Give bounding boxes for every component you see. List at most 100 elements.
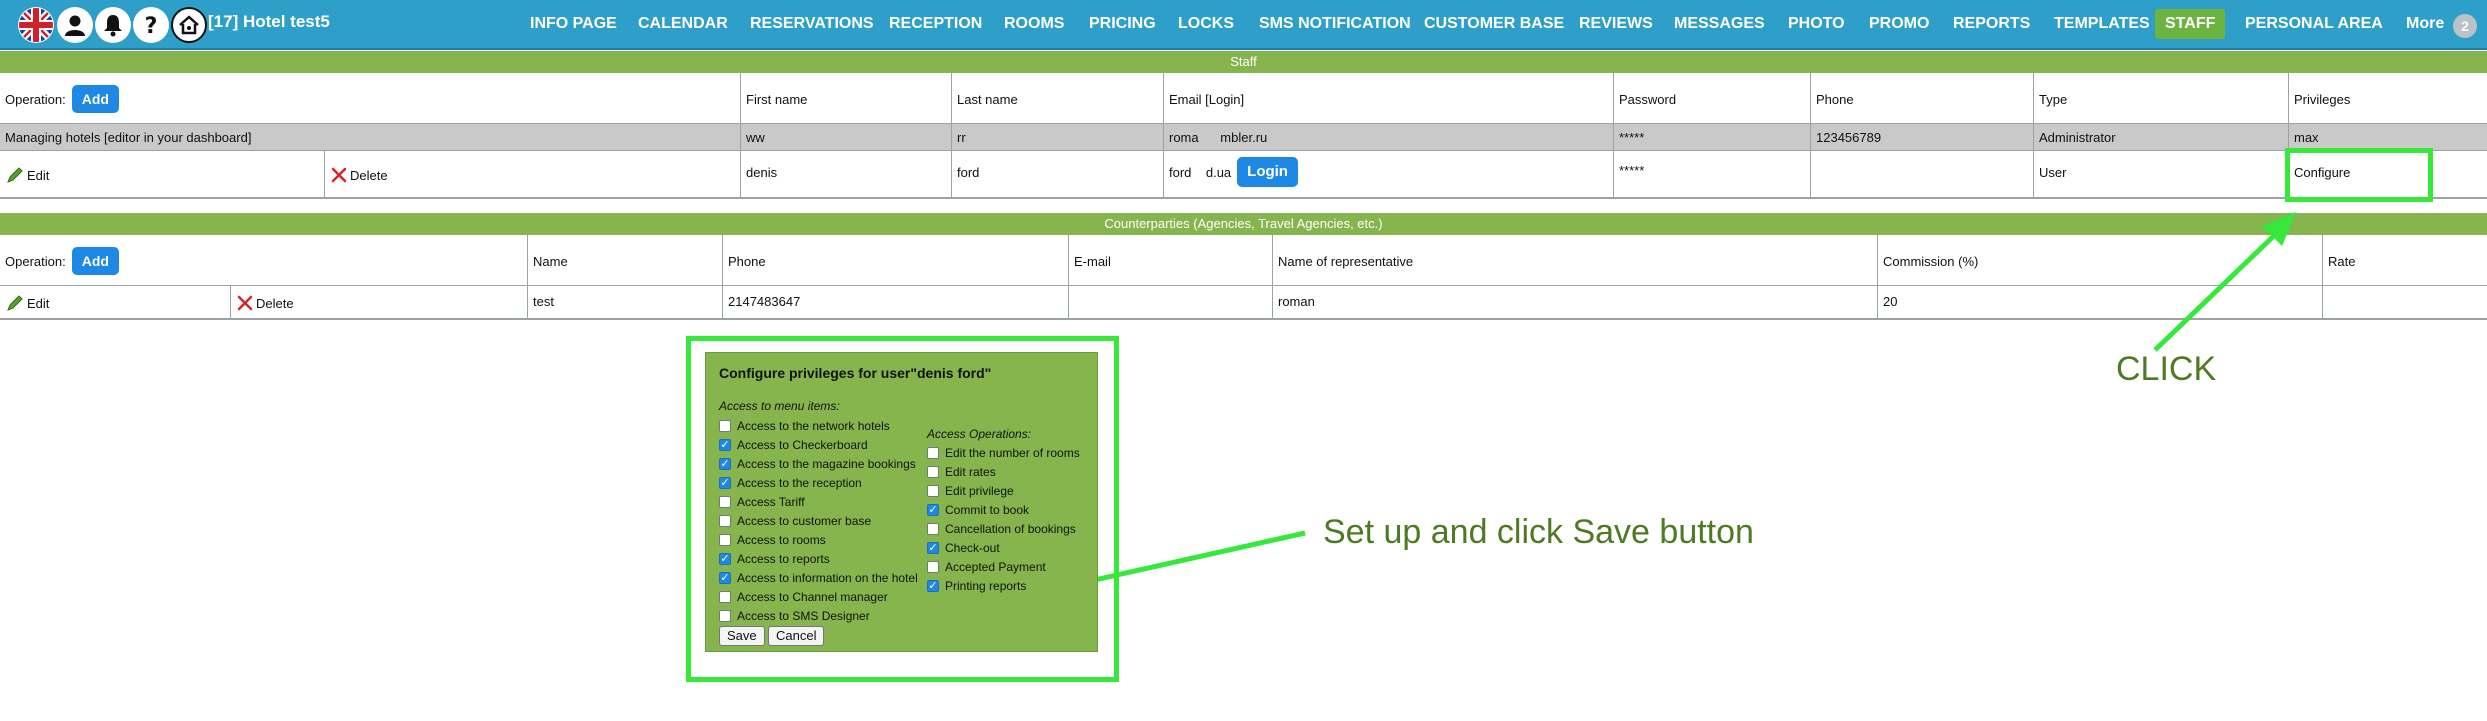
cp-commission: 20 [1883, 293, 1898, 309]
nav-reservations[interactable]: RESERVATIONS [740, 9, 884, 39]
managing-last-name: rr [957, 129, 966, 145]
operation-checkbox-label: Commit to book [945, 503, 1030, 517]
managing-password: ***** [1619, 129, 1645, 145]
svg-text:?: ? [145, 14, 158, 38]
menu-item-checkbox-row[interactable]: ✓ Access to the reception [719, 475, 862, 491]
nav-customer-base[interactable]: CUSTOMER BASE [1414, 9, 1574, 39]
cp-email [1069, 287, 1272, 315]
menu-item-checkbox-label: Access to reports [737, 552, 830, 566]
notification-badge[interactable]: 2 [2453, 14, 2477, 38]
operation-checkbox-row[interactable]: Edit rates [927, 464, 996, 480]
menu-item-checkbox-row[interactable]: Access to Channel manager [719, 589, 888, 605]
menu-item-checkbox-row[interactable]: Access to SMS Designer [719, 608, 870, 624]
operation-checkbox[interactable]: ✓ [927, 580, 939, 592]
operation-checkbox-row[interactable]: ✓ Check-out [927, 540, 1000, 556]
operation-checkbox[interactable] [927, 561, 939, 573]
user-password: ***** [1619, 162, 1645, 178]
nav-more[interactable]: More [2396, 9, 2454, 39]
operation-checkbox-row[interactable]: ✓ Commit to book [927, 502, 1029, 518]
nav-staff[interactable]: STAFF [2155, 9, 2226, 39]
menu-item-checkbox-row[interactable]: Access to rooms [719, 532, 826, 548]
col-type: Type [2039, 91, 2068, 107]
operation-checkbox[interactable]: ✓ [927, 542, 939, 554]
cp-col-representative: Name of representative [1278, 253, 1414, 269]
login-button[interactable]: Login [1237, 157, 1298, 187]
nav-messages[interactable]: MESSAGES [1664, 9, 1775, 39]
operation-checkbox-row[interactable]: Cancellation of bookings [927, 521, 1076, 537]
operation-checkbox-label: Edit the number of rooms [945, 446, 1080, 460]
nav-calendar[interactable]: CALENDAR [628, 9, 738, 39]
operation-checkbox[interactable] [927, 447, 939, 459]
menu-items-heading: Access to menu items: [719, 399, 840, 413]
nav-personal-area[interactable]: PERSONAL AREA [2235, 9, 2393, 39]
cp-rate [2323, 287, 2487, 315]
home-icon[interactable] [171, 7, 207, 43]
nav-reports[interactable]: REPORTS [1943, 9, 2040, 39]
nav-sms-notification[interactable]: SMS NOTIFICATION [1249, 9, 1421, 39]
menu-item-checkbox[interactable]: ✓ [719, 439, 731, 451]
menu-item-checkbox[interactable]: ✓ [719, 553, 731, 565]
cancel-button[interactable]: Cancel [768, 626, 825, 646]
nav-pricing[interactable]: PRICING [1079, 9, 1166, 39]
col-last-name: Last name [957, 91, 1018, 107]
menu-item-checkbox-row[interactable]: ✓ Access to information on the hotel [719, 570, 918, 586]
save-button[interactable]: Save [719, 626, 765, 646]
cp-add-button[interactable]: Add [71, 247, 119, 275]
menu-item-checkbox[interactable]: ✓ [719, 572, 731, 584]
staff-edit-link[interactable]: Edit [0, 158, 320, 192]
menu-item-checkbox[interactable] [719, 496, 731, 508]
nav-info-page[interactable]: INFO PAGE [520, 9, 627, 39]
bell-icon[interactable] [95, 7, 131, 43]
nav-locks[interactable]: LOCKS [1168, 9, 1244, 39]
menu-item-checkbox-label: Access to customer base [737, 514, 872, 528]
menu-item-checkbox-row[interactable]: Access to customer base [719, 513, 871, 529]
user-icon[interactable] [57, 7, 93, 43]
nav-promo[interactable]: PROMO [1859, 9, 1939, 39]
cp-name: test [533, 293, 554, 309]
menu-item-checkbox-row[interactable]: Access Tariff [719, 494, 805, 510]
cp-delete-link[interactable]: Delete [231, 288, 527, 318]
operation-checkbox-row[interactable]: Edit the number of rooms [927, 445, 1080, 461]
managing-phone: 123456789 [1816, 129, 1882, 145]
menu-item-checkbox-row[interactable]: Access to the network hotels [719, 418, 890, 434]
uk-flag-icon[interactable] [18, 7, 54, 43]
menu-item-checkbox[interactable]: ✓ [719, 458, 731, 470]
menu-item-checkbox[interactable] [719, 534, 731, 546]
cp-col-rate: Rate [2328, 253, 2356, 269]
menu-item-checkbox[interactable] [719, 420, 731, 432]
user-phone [1811, 155, 2033, 189]
menu-item-checkbox[interactable] [719, 610, 731, 622]
menu-item-checkbox[interactable] [719, 515, 731, 527]
nav-rooms[interactable]: ROOMS [994, 9, 1074, 39]
cp-col-email: E-mail [1074, 253, 1111, 269]
cp-col-name: Name [533, 253, 568, 269]
user-last-name: ford [957, 164, 980, 180]
user-type: User [2039, 164, 2067, 180]
cp-operation-cell: Operation: Add [0, 242, 527, 280]
operation-checkbox[interactable] [927, 485, 939, 497]
nav-reviews[interactable]: REVIEWS [1569, 9, 1663, 39]
nav-templates[interactable]: TEMPLATES [2044, 9, 2160, 39]
hotel-name[interactable]: [17] Hotel test5 [208, 12, 330, 32]
menu-item-checkbox[interactable]: ✓ [719, 477, 731, 489]
operation-checkbox-row[interactable]: Edit privilege [927, 483, 1014, 499]
menu-item-checkbox[interactable] [719, 591, 731, 603]
menu-item-checkbox-row[interactable]: ✓ Access to Checkerboard [719, 437, 868, 453]
menu-item-checkbox-label: Access to SMS Designer [737, 609, 870, 623]
help-icon[interactable]: ? [133, 7, 169, 43]
operation-checkbox[interactable]: ✓ [927, 504, 939, 516]
managing-hotels-label: Managing hotels [editor in your dashboar… [5, 129, 252, 145]
operation-checkbox[interactable] [927, 523, 939, 535]
red-x-icon [330, 166, 348, 184]
operation-checkbox-row[interactable]: ✓ Printing reports [927, 578, 1026, 594]
menu-item-checkbox-row[interactable]: ✓ Access to the magazine bookings [719, 456, 916, 472]
staff-add-button[interactable]: Add [71, 85, 119, 113]
staff-delete-link[interactable]: Delete [325, 158, 740, 192]
nav-reception[interactable]: RECEPTION [879, 9, 992, 39]
operation-checkbox[interactable] [927, 466, 939, 478]
cp-edit-link[interactable]: Edit [0, 288, 228, 318]
nav-photo[interactable]: PHOTO [1778, 9, 1855, 39]
menu-item-checkbox-row[interactable]: ✓ Access to reports [719, 551, 830, 567]
staff-operation-label: Operation: [5, 91, 66, 107]
operation-checkbox-row[interactable]: Accepted Payment [927, 559, 1046, 575]
